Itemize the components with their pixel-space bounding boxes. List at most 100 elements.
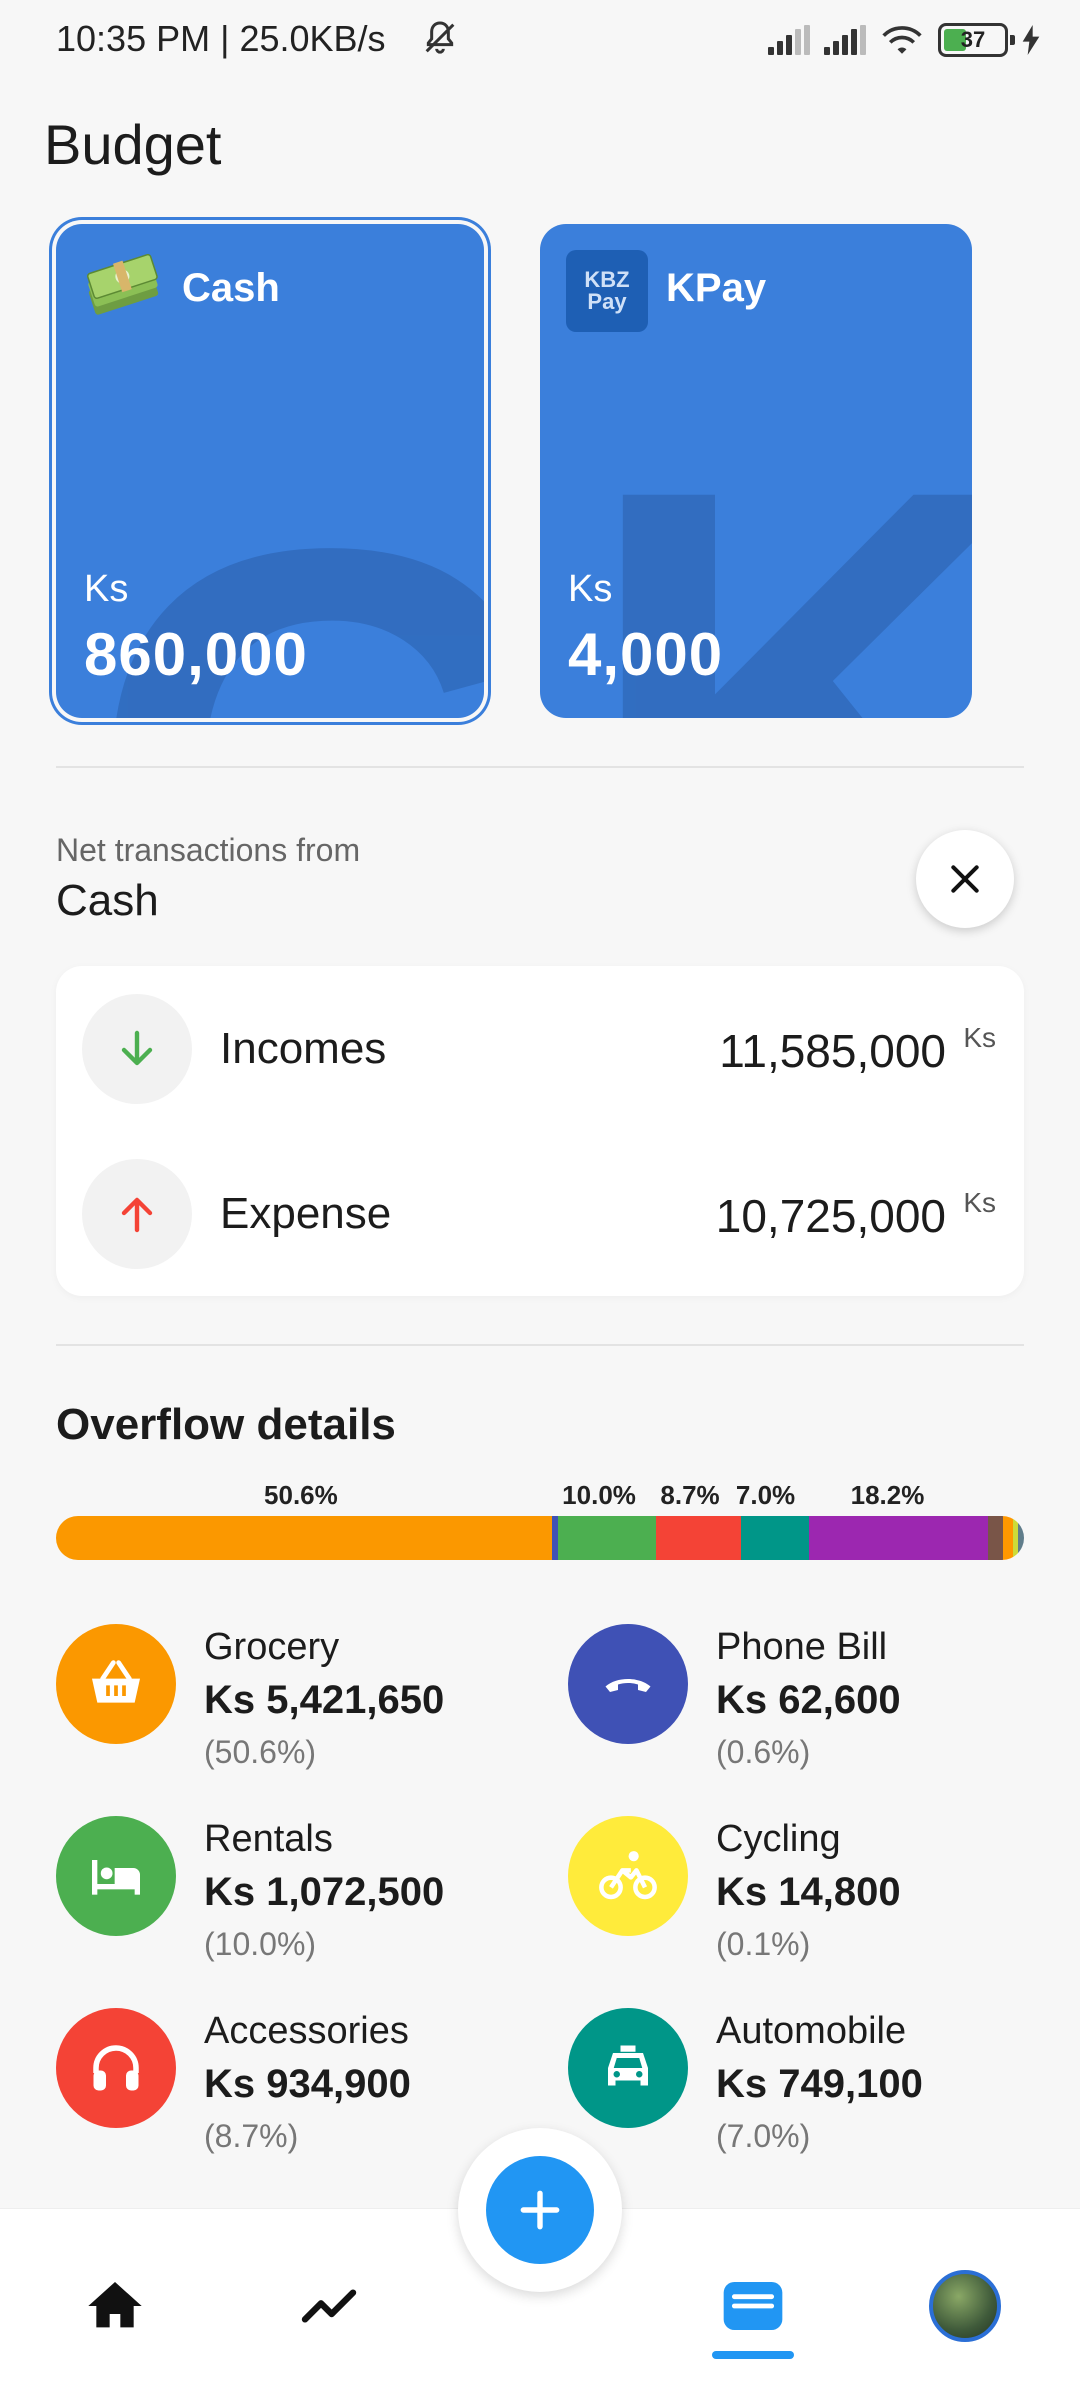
category-icon-circle [56,1624,176,1744]
income-row[interactable]: Incomes 11,585,000 Ks [56,966,1024,1131]
distribution-label: 50.6% [264,1480,338,1510]
wallet-name: Cash [182,266,280,310]
expense-row[interactable]: Expense 10,725,000 Ks [56,1131,1024,1296]
category-icon-circle [568,1816,688,1936]
income-unit: Ks [963,1022,996,1053]
category-cycling[interactable]: Cycling Ks 14,800 (0.1%) [568,1816,1068,1996]
wifi-icon [882,26,922,54]
category-grocery[interactable]: Grocery Ks 5,421,650 (50.6%) [56,1624,556,1804]
category-percent: (7.0%) [716,2118,811,2154]
home-icon [88,2282,142,2328]
distribution-segment [557,1516,656,1560]
wallet-card-kpay[interactable]: K KBZ Pay KPay Ks 4,000 [540,224,972,718]
status-time: 10:35 PM | 25.0KB/s [56,18,386,59]
headphones-icon [93,2045,139,2091]
category-percent: (0.6%) [716,1734,811,1770]
category-percent: (10.0%) [204,1926,317,1962]
distribution-segment [987,1516,1004,1560]
overflow-details-title: Overflow details [56,1400,396,1449]
bed-icon [92,1860,140,1895]
taxi-icon [608,2045,648,2086]
category-icon-circle [56,2008,176,2128]
net-transactions-label: Net transactions from [56,832,361,868]
expense-unit: Ks [963,1187,996,1218]
wallet-icon [723,2282,783,2330]
close-icon [951,865,979,893]
category-icon-circle [568,2008,688,2128]
signal-icon [768,25,810,55]
expense-value: 10,725,000 [715,1190,946,1242]
distribution-label: 7.0% [735,1480,796,1510]
category-amount: Ks 749,100 [716,2062,923,2106]
battery-icon: 37 [938,23,1015,57]
net-transactions-wallet: Cash [56,876,159,925]
income-label: Incomes [220,1024,387,1073]
distribution-segment [655,1516,741,1560]
distribution-bar [56,1516,1024,1560]
page-title: Budget [44,113,222,176]
status-bar: 10:35 PM | 25.0KB/s 37 [0,0,1080,80]
wallet-balance: 4,000 [568,621,724,688]
nav-profile[interactable] [920,2261,1010,2351]
wallet-currency: Ks [568,568,613,610]
category-amount: Ks 1,072,500 [204,1870,445,1914]
kbz-pay-logo: KBZ Pay [566,250,648,332]
signal-icon [824,25,866,55]
charging-icon [1022,25,1040,55]
category-automobile[interactable]: Automobile Ks 749,100 (7.0%) [568,2008,1068,2188]
net-summary-card: Incomes 11,585,000 Ks Expense 10,725,000… [56,966,1024,1296]
bell-muted-icon [425,21,455,54]
distribution-segment [740,1516,810,1560]
category-phone-bill[interactable]: Phone Bill Ks 62,600 (0.6%) [568,1624,1068,1804]
category-name: Cycling [716,1818,841,1860]
category-name: Rentals [204,1818,333,1860]
category-icon-circle [568,1624,688,1744]
category-amount: Ks 14,800 [716,1870,901,1914]
arrow-down-icon [121,1030,153,1066]
category-name: Phone Bill [716,1626,888,1668]
category-amount: Ks 5,421,650 [204,1678,445,1722]
phone-icon [605,1679,651,1692]
category-percent: (8.7%) [204,2118,299,2154]
distribution-label: 8.7% [660,1480,720,1510]
cash-money-icon [87,253,159,315]
add-transaction-button[interactable] [486,2156,594,2264]
distribution-segment [56,1516,552,1560]
nav-trends[interactable] [284,2261,374,2351]
divider [56,766,1024,768]
trending-icon [301,2289,357,2323]
close-button[interactable] [916,830,1014,928]
nav-active-indicator [712,2351,794,2359]
category-name: Automobile [716,2010,907,2052]
category-amount: Ks 934,900 [204,2062,411,2106]
basket-icon [92,1660,140,1703]
nav-wallet[interactable] [708,2261,798,2351]
category-amount: Ks 62,600 [716,1678,901,1722]
distribution-labels: 50.6% 10.0% 8.7% 7.0% 18.2% [56,1480,1024,1512]
cycling-icon [599,1851,657,1900]
wallet-name: KPay [666,266,767,310]
distribution-label: 18.2% [850,1480,925,1510]
category-name: Grocery [204,1626,340,1668]
income-value: 11,585,000 [719,1025,946,1077]
status-icons: 37 [768,20,1040,60]
wallet-balance: 860,000 [84,621,308,688]
arrow-up-icon [121,1197,153,1233]
income-icon-container [82,994,192,1104]
wallet-card-cash[interactable]: C Cash Ks 860,000 [56,224,484,718]
distribution-segment [809,1516,988,1560]
category-rentals[interactable]: Rentals Ks 1,072,500 (10.0%) [56,1816,556,1996]
category-icon-circle [56,1816,176,1936]
category-name: Accessories [204,2010,409,2052]
distribution-segment [1018,1516,1024,1560]
category-percent: (50.6%) [204,1734,317,1770]
distribution-label: 10.0% [562,1480,636,1510]
avatar [929,2270,1001,2342]
distribution-segment [1003,1516,1014,1560]
divider [56,1344,1024,1346]
plus-icon [520,2190,560,2230]
nav-home[interactable] [70,2261,160,2351]
expense-label: Expense [220,1189,392,1238]
category-percent: (0.1%) [716,1926,811,1962]
expense-icon-container [82,1159,192,1269]
